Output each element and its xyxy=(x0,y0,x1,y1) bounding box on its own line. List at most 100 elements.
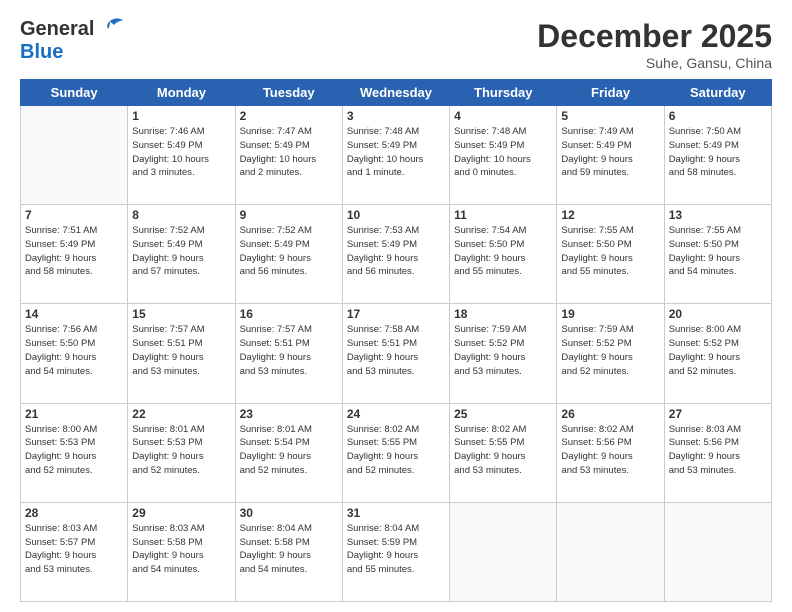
calendar-cell: 29Sunrise: 8:03 AM Sunset: 5:58 PM Dayli… xyxy=(128,502,235,601)
day-number: 29 xyxy=(132,506,230,520)
day-number: 12 xyxy=(561,208,659,222)
calendar-cell: 28 Sunrise: 8:03 AM Sunset: 5:57 PM Dayli… xyxy=(21,502,128,601)
day-info: Sunrise: 8:02 AM Sunset: 5:56 PM Dayligh… xyxy=(561,423,659,478)
calendar-cell: 21Sunrise: 8:00 AM Sunset: 5:53 PM Dayli… xyxy=(21,403,128,502)
header-sunday: Sunday xyxy=(21,80,128,106)
day-info: Sunrise: 7:55 AM Sunset: 5:50 PM Dayligh… xyxy=(561,224,659,279)
calendar-cell: 18 Sunrise: 7:59 AM Sunset: 5:52 PM Dayli… xyxy=(450,304,557,403)
logo-bird-icon xyxy=(96,17,124,39)
day-info: Sunrise: 7:51 AM Sunset: 5:49 PM Dayligh… xyxy=(25,224,123,279)
calendar-week-row: 14Sunrise: 7:56 AM Sunset: 5:50 PM Dayli… xyxy=(21,304,772,403)
calendar-week-row: 21Sunrise: 8:00 AM Sunset: 5:53 PM Dayli… xyxy=(21,403,772,502)
calendar-cell: 1Sunrise: 7:46 AM Sunset: 5:49 PM Daylig… xyxy=(128,106,235,205)
calendar-week-row: 1Sunrise: 7:46 AM Sunset: 5:49 PM Daylig… xyxy=(21,106,772,205)
day-number: 21 xyxy=(25,407,123,421)
calendar-cell: 22 Sunrise: 8:01 AM Sunset: 5:53 PM Dayli… xyxy=(128,403,235,502)
calendar-cell: 4 Sunrise: 7:48 AM Sunset: 5:49 PM Daylig… xyxy=(450,106,557,205)
header-friday: Friday xyxy=(557,80,664,106)
calendar-cell: 7 Sunrise: 7:51 AM Sunset: 5:49 PM Daylig… xyxy=(21,205,128,304)
day-number: 15 xyxy=(132,307,230,321)
day-info: Sunrise: 8:04 AM Sunset: 5:58 PM Dayligh… xyxy=(240,522,338,577)
day-info: Sunrise: 7:55 AM Sunset: 5:50 PM Dayligh… xyxy=(669,224,767,279)
day-number: 27 xyxy=(669,407,767,421)
header-thursday: Thursday xyxy=(450,80,557,106)
day-info: Sunrise: 7:53 AM Sunset: 5:49 PM Dayligh… xyxy=(347,224,445,279)
day-number: 24 xyxy=(347,407,445,421)
header-saturday: Saturday xyxy=(664,80,771,106)
logo-blue-text: Blue xyxy=(20,41,63,64)
day-number: 19 xyxy=(561,307,659,321)
day-number: 22 xyxy=(132,407,230,421)
day-info: Sunrise: 8:02 AM Sunset: 5:55 PM Dayligh… xyxy=(454,423,552,478)
calendar-cell: 8Sunrise: 7:52 AM Sunset: 5:49 PM Daylig… xyxy=(128,205,235,304)
calendar-week-row: 28 Sunrise: 8:03 AM Sunset: 5:57 PM Dayli… xyxy=(21,502,772,601)
day-info: Sunrise: 8:02 AM Sunset: 5:55 PM Dayligh… xyxy=(347,423,445,478)
day-number: 30 xyxy=(240,506,338,520)
day-info: Sunrise: 8:01 AM Sunset: 5:53 PM Dayligh… xyxy=(132,423,230,478)
day-number: 26 xyxy=(561,407,659,421)
header-tuesday: Tuesday xyxy=(235,80,342,106)
day-info: Sunrise: 7:52 AM Sunset: 5:49 PM Dayligh… xyxy=(240,224,338,279)
calendar-cell: 16Sunrise: 7:57 AM Sunset: 5:51 PM Dayli… xyxy=(235,304,342,403)
calendar-cell xyxy=(557,502,664,601)
day-info: Sunrise: 7:59 AM Sunset: 5:52 PM Dayligh… xyxy=(561,323,659,378)
day-number: 7 xyxy=(25,208,123,222)
day-number: 28 xyxy=(25,506,123,520)
day-info: Sunrise: 7:47 AM Sunset: 5:49 PM Dayligh… xyxy=(240,125,338,180)
title-section: December 2025 Suhe, Gansu, China xyxy=(537,18,772,71)
day-info: Sunrise: 8:00 AM Sunset: 5:52 PM Dayligh… xyxy=(669,323,767,378)
page: General Blue December 2025 Suhe, Gansu, … xyxy=(0,0,792,612)
day-number: 16 xyxy=(240,307,338,321)
day-number: 17 xyxy=(347,307,445,321)
calendar-cell: 11Sunrise: 7:54 AM Sunset: 5:50 PM Dayli… xyxy=(450,205,557,304)
day-number: 1 xyxy=(132,109,230,123)
calendar-cell: 3 Sunrise: 7:48 AM Sunset: 5:49 PM Daylig… xyxy=(342,106,449,205)
day-info: Sunrise: 7:48 AM Sunset: 5:49 PM Dayligh… xyxy=(454,125,552,180)
day-info: Sunrise: 7:49 AM Sunset: 5:49 PM Dayligh… xyxy=(561,125,659,180)
day-info: Sunrise: 7:59 AM Sunset: 5:52 PM Dayligh… xyxy=(454,323,552,378)
logo-general-text: General xyxy=(20,18,94,41)
day-number: 14 xyxy=(25,307,123,321)
calendar-cell: 23Sunrise: 8:01 AM Sunset: 5:54 PM Dayli… xyxy=(235,403,342,502)
location-subtitle: Suhe, Gansu, China xyxy=(537,55,772,71)
day-info: Sunrise: 8:03 AM Sunset: 5:56 PM Dayligh… xyxy=(669,423,767,478)
day-info: Sunrise: 7:58 AM Sunset: 5:51 PM Dayligh… xyxy=(347,323,445,378)
calendar-cell: 12 Sunrise: 7:55 AM Sunset: 5:50 PM Dayli… xyxy=(557,205,664,304)
calendar-cell: 2 Sunrise: 7:47 AM Sunset: 5:49 PM Daylig… xyxy=(235,106,342,205)
calendar-cell: 15 Sunrise: 7:57 AM Sunset: 5:51 PM Dayli… xyxy=(128,304,235,403)
calendar-cell: 26 Sunrise: 8:02 AM Sunset: 5:56 PM Dayli… xyxy=(557,403,664,502)
day-number: 31 xyxy=(347,506,445,520)
calendar-cell: 19 Sunrise: 7:59 AM Sunset: 5:52 PM Dayli… xyxy=(557,304,664,403)
day-number: 13 xyxy=(669,208,767,222)
day-info: Sunrise: 7:48 AM Sunset: 5:49 PM Dayligh… xyxy=(347,125,445,180)
calendar-header-row: Sunday Monday Tuesday Wednesday Thursday… xyxy=(21,80,772,106)
day-info: Sunrise: 8:03 AM Sunset: 5:57 PM Dayligh… xyxy=(25,522,123,577)
day-number: 25 xyxy=(454,407,552,421)
day-number: 20 xyxy=(669,307,767,321)
day-info: Sunrise: 7:57 AM Sunset: 5:51 PM Dayligh… xyxy=(132,323,230,378)
month-title: December 2025 xyxy=(537,18,772,55)
day-number: 5 xyxy=(561,109,659,123)
calendar-cell: 31Sunrise: 8:04 AM Sunset: 5:59 PM Dayli… xyxy=(342,502,449,601)
day-number: 9 xyxy=(240,208,338,222)
logo: General Blue xyxy=(20,18,124,64)
calendar-cell: 24 Sunrise: 8:02 AM Sunset: 5:55 PM Dayli… xyxy=(342,403,449,502)
calendar-cell: 5 Sunrise: 7:49 AM Sunset: 5:49 PM Daylig… xyxy=(557,106,664,205)
day-number: 10 xyxy=(347,208,445,222)
calendar-week-row: 7 Sunrise: 7:51 AM Sunset: 5:49 PM Daylig… xyxy=(21,205,772,304)
calendar-cell: 14Sunrise: 7:56 AM Sunset: 5:50 PM Dayli… xyxy=(21,304,128,403)
day-info: Sunrise: 8:01 AM Sunset: 5:54 PM Dayligh… xyxy=(240,423,338,478)
day-number: 4 xyxy=(454,109,552,123)
calendar-cell: 27 Sunrise: 8:03 AM Sunset: 5:56 PM Dayli… xyxy=(664,403,771,502)
header: General Blue December 2025 Suhe, Gansu, … xyxy=(20,18,772,71)
day-number: 3 xyxy=(347,109,445,123)
day-number: 2 xyxy=(240,109,338,123)
day-number: 18 xyxy=(454,307,552,321)
day-info: Sunrise: 7:52 AM Sunset: 5:49 PM Dayligh… xyxy=(132,224,230,279)
header-wednesday: Wednesday xyxy=(342,80,449,106)
calendar-cell: 17 Sunrise: 7:58 AM Sunset: 5:51 PM Dayli… xyxy=(342,304,449,403)
calendar-cell xyxy=(21,106,128,205)
calendar-cell: 9 Sunrise: 7:52 AM Sunset: 5:49 PM Daylig… xyxy=(235,205,342,304)
day-info: Sunrise: 7:54 AM Sunset: 5:50 PM Dayligh… xyxy=(454,224,552,279)
day-info: Sunrise: 7:50 AM Sunset: 5:49 PM Dayligh… xyxy=(669,125,767,180)
